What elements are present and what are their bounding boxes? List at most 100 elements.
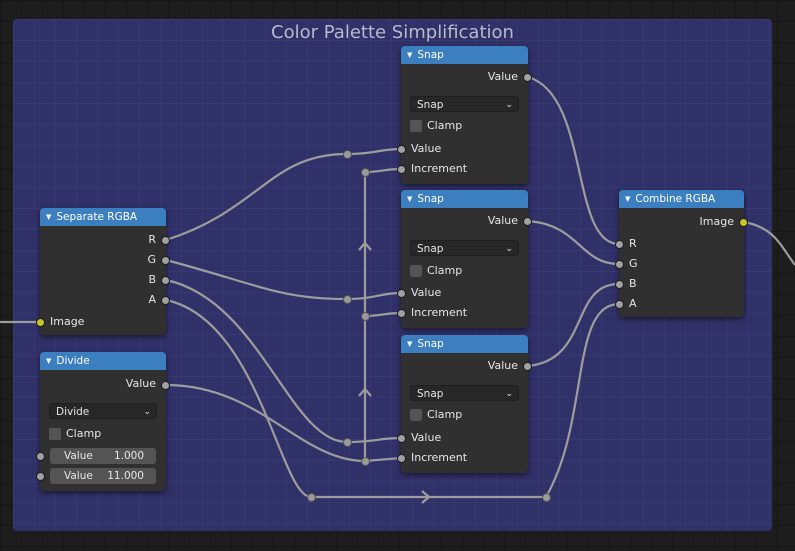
operation-dropdown[interactable]: Snap ⌄ [410, 240, 519, 256]
output-label: Value [487, 214, 518, 227]
separate-rgba-node[interactable]: ▼ Separate RGBA R G B A Image [36, 208, 170, 335]
reroute-point[interactable] [542, 493, 551, 502]
output-socket-r[interactable] [161, 236, 170, 245]
link-combine-image-out [743, 220, 795, 266]
clamp-label: Clamp [66, 427, 102, 440]
input-label: Increment [411, 162, 468, 175]
output-label-b: B [148, 273, 156, 286]
output-socket[interactable] [523, 217, 532, 226]
node-header[interactable]: ▼ Snap [401, 335, 528, 353]
output-label-r: R [148, 233, 156, 246]
link-snap1-to-combine-r [527, 75, 620, 246]
reroute-point[interactable] [343, 438, 352, 447]
input-label: Value [411, 431, 442, 444]
output-socket[interactable] [161, 381, 170, 390]
field-label: Value [64, 450, 93, 462]
input-label-b: B [629, 277, 637, 290]
node-title: Combine RGBA [635, 193, 716, 205]
node-header[interactable]: ▼ Divide [40, 352, 166, 370]
output-socket-b[interactable] [161, 276, 170, 285]
output-socket[interactable] [523, 73, 532, 82]
input-socket-value[interactable] [397, 289, 406, 298]
input-label: Value [411, 286, 442, 299]
reroute-point[interactable] [361, 312, 370, 321]
reroute-point[interactable] [361, 457, 370, 466]
node-title: Snap [417, 338, 444, 350]
reroute-point[interactable] [361, 168, 370, 177]
node-title: Snap [417, 49, 444, 61]
collapse-triangle-icon[interactable]: ▼ [407, 335, 412, 353]
combine-rgba-node[interactable]: ▼ Combine RGBA Image R G B A [615, 190, 748, 317]
clamp-checkbox[interactable] [410, 265, 422, 277]
clamp-checkbox[interactable] [410, 409, 422, 421]
clamp-checkbox[interactable] [410, 120, 422, 132]
collapse-triangle-icon[interactable]: ▼ [407, 190, 412, 208]
reroute-point[interactable] [307, 493, 316, 502]
input-label: Increment [411, 451, 468, 464]
input-socket-image[interactable] [36, 318, 45, 327]
collapse-triangle-icon[interactable]: ▼ [46, 352, 51, 370]
output-socket-g[interactable] [161, 256, 170, 265]
reroute-point[interactable] [343, 295, 352, 304]
input-socket-increment[interactable] [397, 454, 406, 463]
clamp-checkbox[interactable] [49, 428, 61, 440]
link-divide-to-reroute [165, 383, 366, 463]
input-label-g: G [629, 257, 638, 270]
divide-node[interactable]: ▼ Divide Value Divide ⌄ Clamp Value 1.00… [36, 352, 170, 491]
input-label-a: A [629, 297, 637, 310]
link-b-to-reroute [165, 278, 348, 444]
output-label-a: A [148, 293, 156, 306]
input-socket-increment[interactable] [397, 309, 406, 318]
link-reroute-to-snap3-value [346, 436, 402, 444]
link-reroute-to-snap1-value [346, 147, 402, 156]
snap-node-3[interactable]: ▼ Snap Value Snap ⌄ Clamp Value Incremen… [397, 335, 532, 473]
output-label: Value [487, 359, 518, 372]
node-title: Divide [56, 355, 90, 367]
operation-dropdown[interactable]: Divide ⌄ [49, 403, 157, 419]
link-snap3-to-combine-b [527, 282, 620, 368]
clamp-label: Clamp [427, 264, 463, 277]
input-socket-a[interactable] [615, 300, 624, 309]
output-label: Value [487, 70, 518, 83]
chevron-down-icon: ⌄ [505, 389, 513, 399]
node-header[interactable]: ▼ Snap [401, 190, 528, 208]
collapse-triangle-icon[interactable]: ▼ [625, 190, 630, 208]
operation-dropdown[interactable]: Snap ⌄ [410, 96, 519, 112]
node-header[interactable]: ▼ Snap [401, 46, 528, 64]
collapse-triangle-icon[interactable]: ▼ [46, 208, 51, 226]
link-a-to-reroute [165, 298, 312, 499]
input-label-image: Image [50, 315, 85, 328]
input-socket-increment[interactable] [397, 165, 406, 174]
chevron-down-icon: ⌄ [505, 100, 513, 110]
dropdown-value: Snap [417, 388, 444, 400]
snap-node-1[interactable]: ▼ Snap Value Snap ⌄ Clamp Value Incremen… [397, 46, 532, 184]
link-reroute-to-combine-a [545, 302, 620, 498]
value-field-1[interactable]: Value 1.000 [50, 448, 156, 464]
operation-dropdown[interactable]: Snap ⌄ [410, 385, 519, 401]
link-snap2-to-combine-g [527, 219, 620, 266]
clamp-label: Clamp [427, 119, 463, 132]
output-label: Value [125, 377, 156, 390]
input-socket-value-1[interactable] [36, 452, 45, 461]
snap-node-2[interactable]: ▼ Snap Value Snap ⌄ Clamp Value Incremen… [397, 190, 532, 328]
reroute-point[interactable] [343, 150, 352, 159]
input-socket-r[interactable] [615, 240, 624, 249]
input-socket-g[interactable] [615, 260, 624, 269]
node-header[interactable]: ▼ Separate RGBA [40, 208, 166, 226]
input-socket-value-2[interactable] [36, 472, 45, 481]
field-label: Value [64, 470, 93, 482]
input-socket-b[interactable] [615, 280, 624, 289]
input-label: Value [411, 142, 442, 155]
input-label-r: R [629, 237, 637, 250]
collapse-triangle-icon[interactable]: ▼ [407, 46, 412, 64]
field-value: 1.000 [113, 450, 144, 462]
input-socket-value[interactable] [397, 145, 406, 154]
output-socket-image[interactable] [739, 218, 748, 227]
output-socket-a[interactable] [161, 296, 170, 305]
dropdown-value: Divide [56, 406, 90, 418]
output-socket[interactable] [523, 362, 532, 371]
input-socket-value[interactable] [397, 434, 406, 443]
node-header[interactable]: ▼ Combine RGBA [619, 190, 744, 208]
clamp-label: Clamp [427, 408, 463, 421]
value-field-2[interactable]: Value 11.000 [50, 468, 156, 484]
